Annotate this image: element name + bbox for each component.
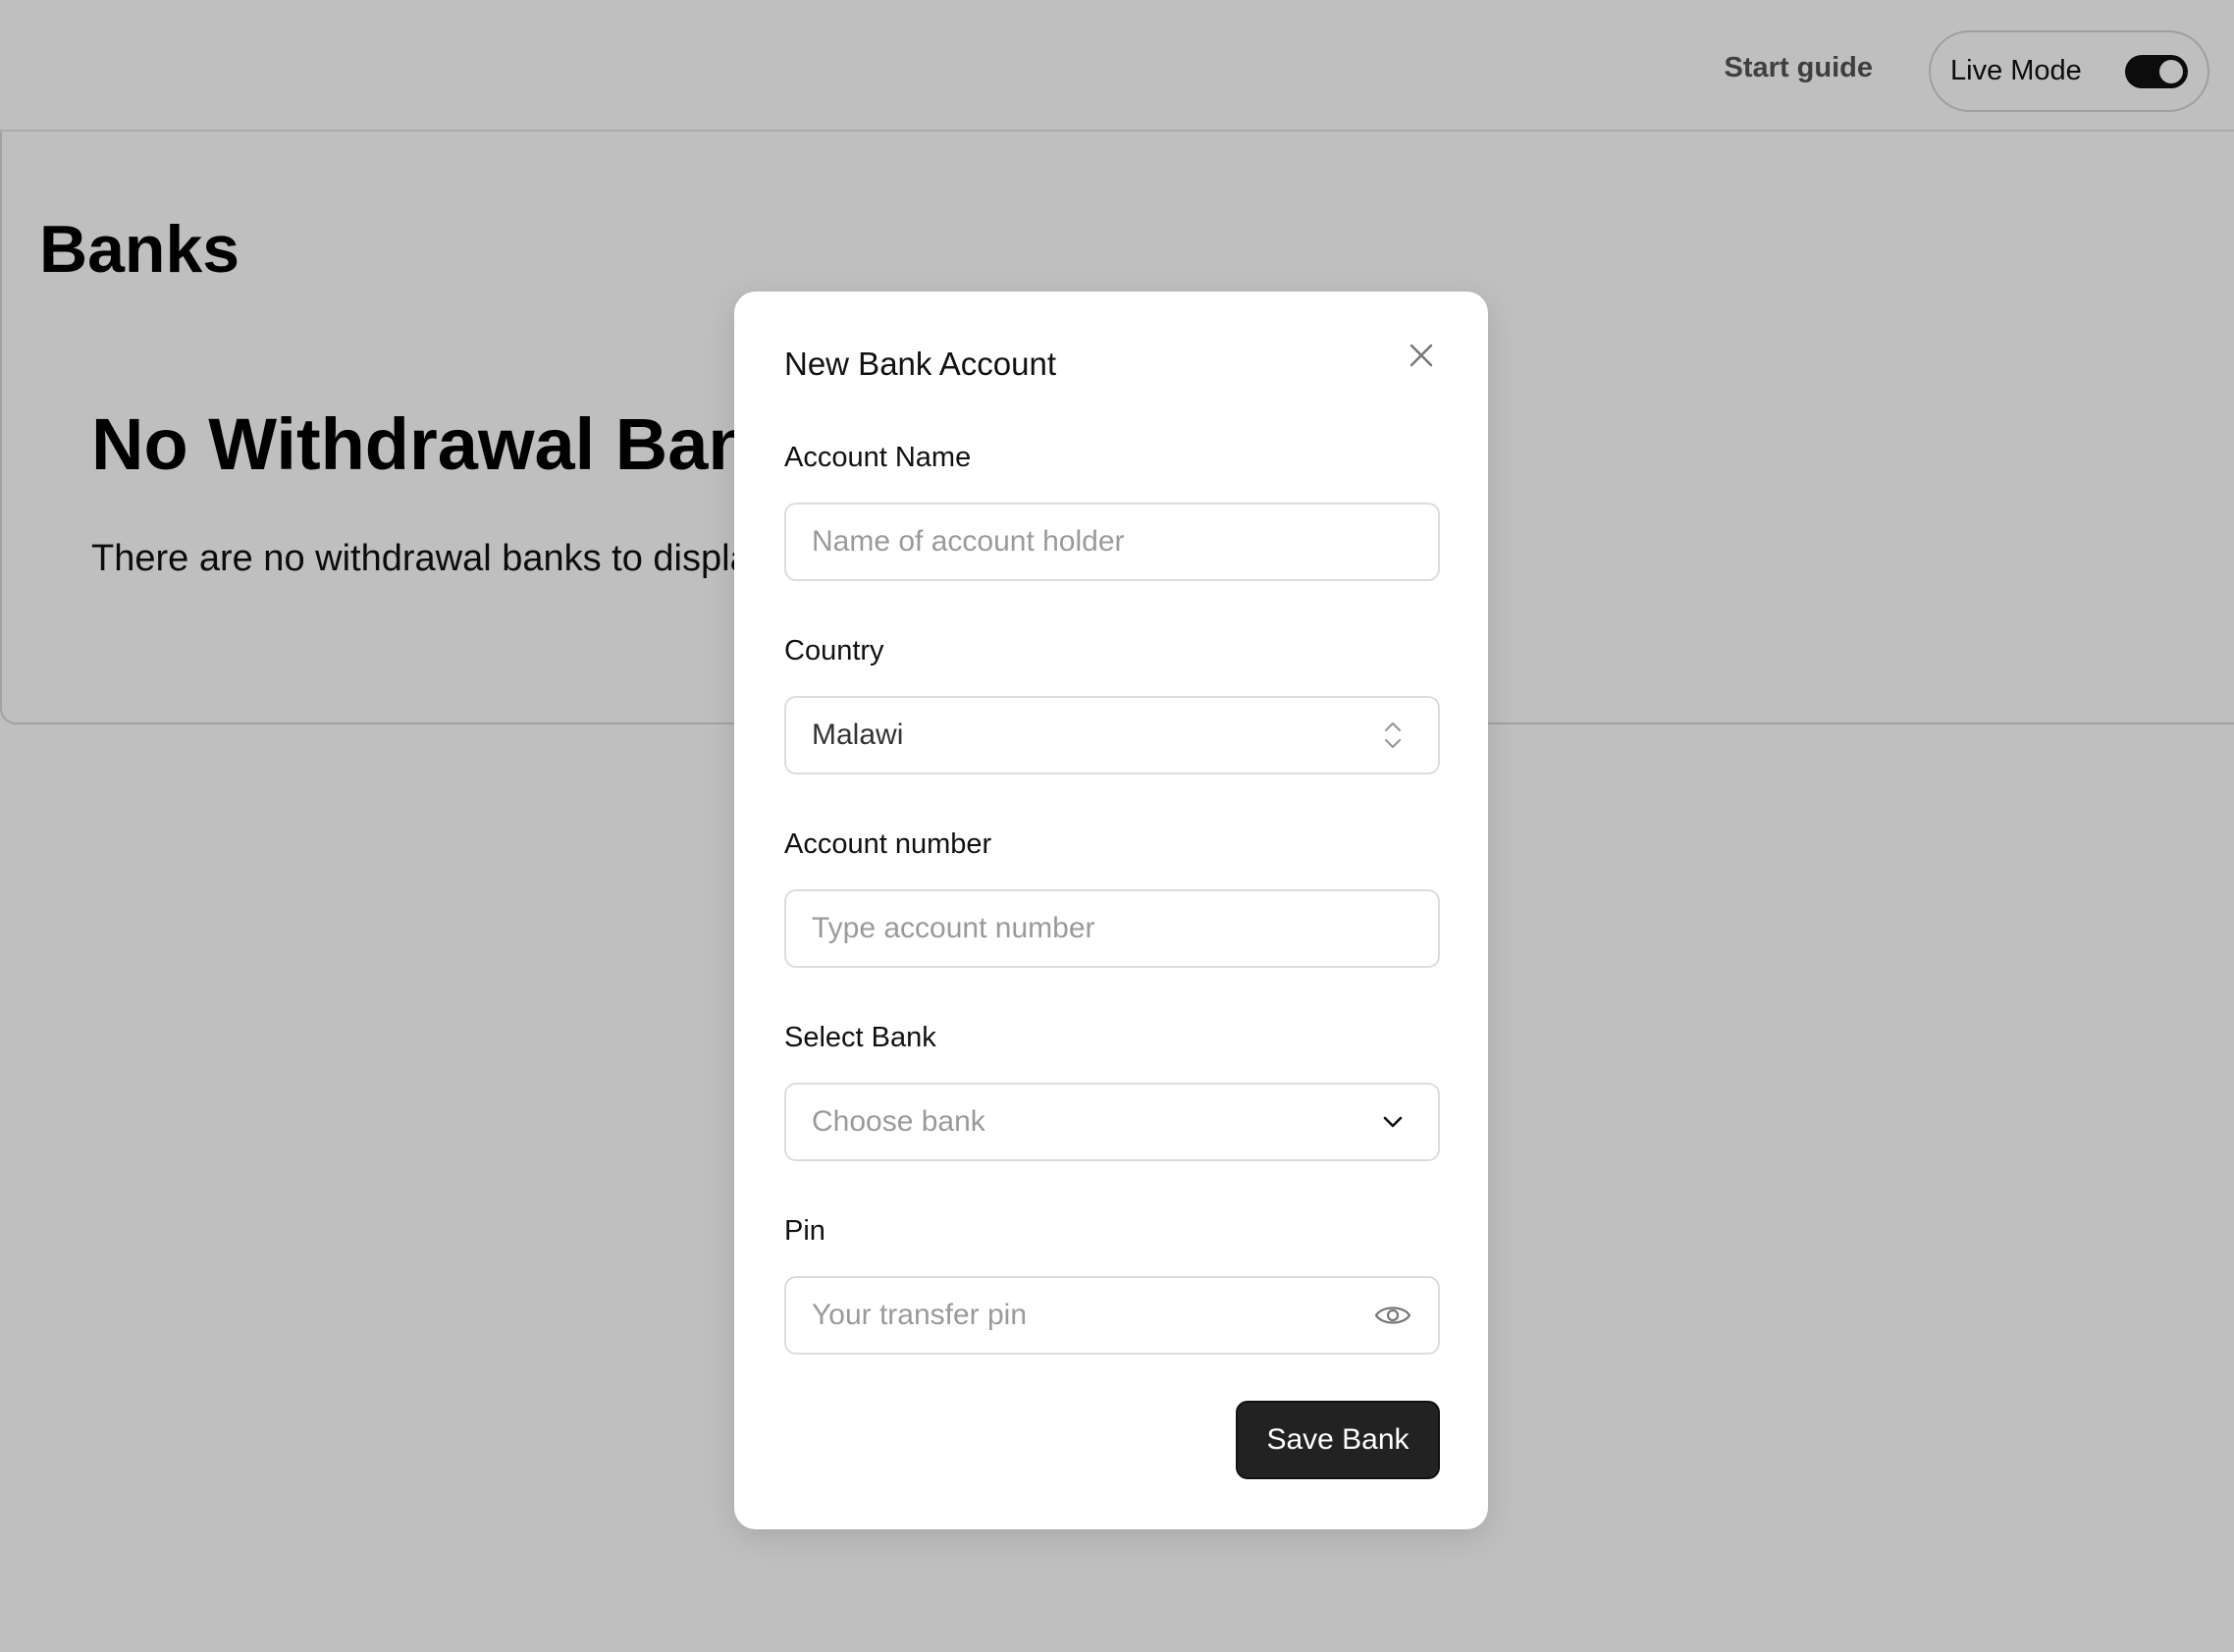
account-number-field[interactable] <box>784 889 1440 968</box>
country-value: Malawi <box>812 719 904 751</box>
account-name-label: Account Name <box>784 442 972 473</box>
modal-title: New Bank Account <box>784 346 1056 382</box>
bank-select-placeholder: Choose bank <box>812 1105 985 1138</box>
pin-label: Pin <box>784 1215 825 1247</box>
chevron-down-icon <box>1373 1102 1412 1142</box>
country-select[interactable]: Malawi <box>784 696 1440 774</box>
eye-icon[interactable] <box>1373 1296 1412 1335</box>
chevron-up-down-icon <box>1373 716 1412 755</box>
account-name-field[interactable] <box>784 503 1440 581</box>
close-icon <box>1410 344 1433 367</box>
save-bank-button[interactable]: Save Bank <box>1236 1401 1440 1479</box>
select-bank-label: Select Bank <box>784 1022 936 1053</box>
pin-field[interactable] <box>784 1276 1440 1355</box>
close-button[interactable] <box>1402 336 1441 375</box>
page: Start guide Live Mode Banks No Withdrawa… <box>0 0 2234 1652</box>
account-number-label: Account number <box>784 828 992 860</box>
account-number-input[interactable] <box>812 912 1412 945</box>
country-label: Country <box>784 635 884 666</box>
account-name-input[interactable] <box>812 525 1412 559</box>
new-bank-account-modal: New Bank Account Account Name Country Ma… <box>734 292 1488 1529</box>
bank-select[interactable]: Choose bank <box>784 1083 1440 1161</box>
pin-input[interactable] <box>812 1299 1373 1332</box>
